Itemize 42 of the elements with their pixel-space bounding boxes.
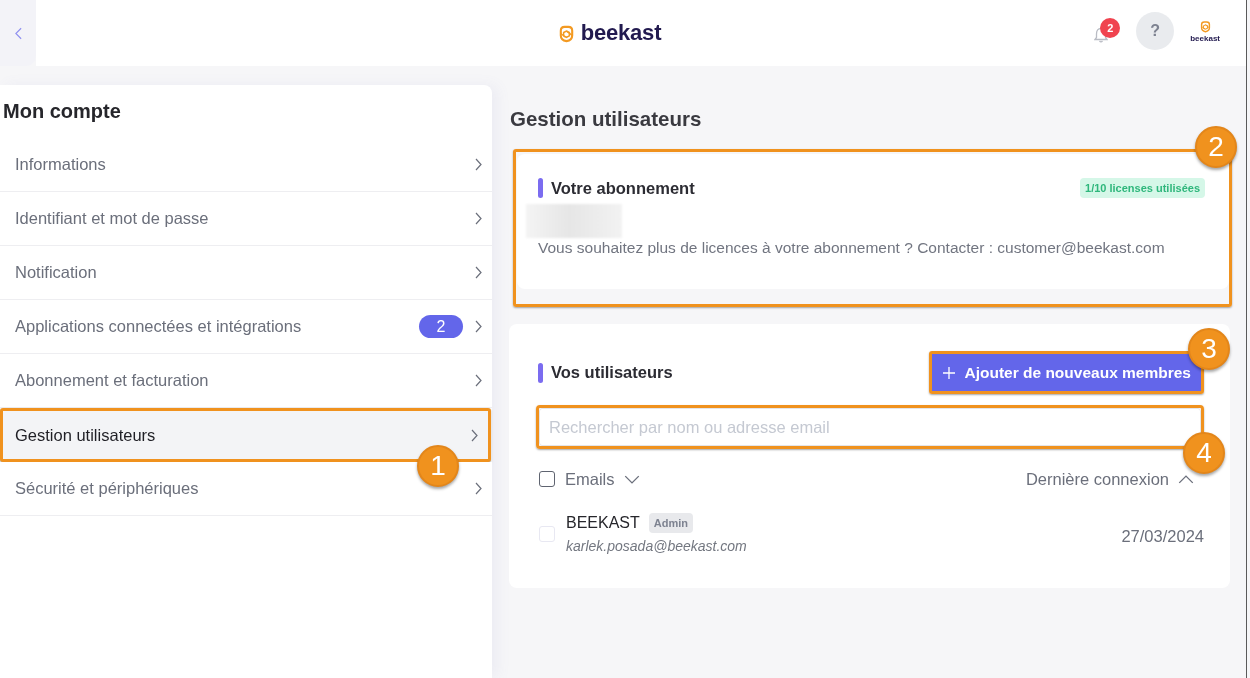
select-all-checkbox[interactable] xyxy=(539,471,555,487)
chevron-right-icon xyxy=(475,266,482,279)
last-login-date: 27/03/2024 xyxy=(1121,527,1204,546)
chevron-right-icon xyxy=(475,212,482,225)
notifications-button[interactable]: 2 xyxy=(1094,19,1117,43)
card-title: Vos utilisateurs xyxy=(551,363,674,382)
sidebar-item[interactable]: Abonnement et facturation xyxy=(0,354,492,408)
page-title: Gestion utilisateurs xyxy=(510,107,702,131)
account-button[interactable]: beekast xyxy=(1190,19,1220,43)
role-badge: Admin xyxy=(648,513,694,533)
notification-count: 2 xyxy=(1100,18,1121,38)
bell-icon xyxy=(1094,27,1109,43)
chevron-right-icon xyxy=(475,320,482,333)
chevron-right-icon xyxy=(471,428,478,442)
callout-badge: 3 xyxy=(1188,328,1230,370)
search-field[interactable]: Rechercher par nom ou adresse email xyxy=(539,408,1201,446)
sidebar-item[interactable]: Applications connectées et intégrations 2 xyxy=(0,300,492,354)
plus-icon xyxy=(943,366,956,379)
chevron-right-icon xyxy=(475,374,482,387)
accent-bar xyxy=(538,178,543,198)
logo-text: beekast xyxy=(580,20,662,46)
callout-badge: 1 xyxy=(417,445,459,487)
help-button[interactable]: ? xyxy=(1136,12,1175,50)
callout-badge: 2 xyxy=(1195,126,1237,168)
sidebar-item[interactable]: Identifiant et mot de passe xyxy=(0,192,492,246)
chevron-right-icon xyxy=(475,482,482,495)
sidebar-item[interactable]: Informations xyxy=(0,138,492,192)
sidebar-item[interactable]: Notification xyxy=(0,246,492,300)
count-badge: 2 xyxy=(419,315,463,338)
accent-bar xyxy=(538,362,543,383)
user-email: karlek.posada@beekast.com xyxy=(566,538,748,554)
callout-badge: 4 xyxy=(1183,432,1225,474)
user-name: BEEKAST xyxy=(566,514,640,532)
subscription-message: Vous souhaitez plus de licences à votre abonnement ? Contacter : customer@beekast.com xyxy=(538,239,1166,257)
chevron-left-icon xyxy=(14,26,22,40)
license-badge: 1/10 licenses utilisées xyxy=(1080,178,1205,198)
chevron-right-icon xyxy=(475,158,482,171)
card-title: Votre abonnement xyxy=(551,178,696,198)
sidebar-title: Mon compte xyxy=(3,99,122,124)
add-members-button[interactable]: Ajouter de nouveaux membres xyxy=(932,354,1201,391)
column-header[interactable]: Emails xyxy=(565,469,640,489)
logo-icon xyxy=(1198,19,1212,33)
